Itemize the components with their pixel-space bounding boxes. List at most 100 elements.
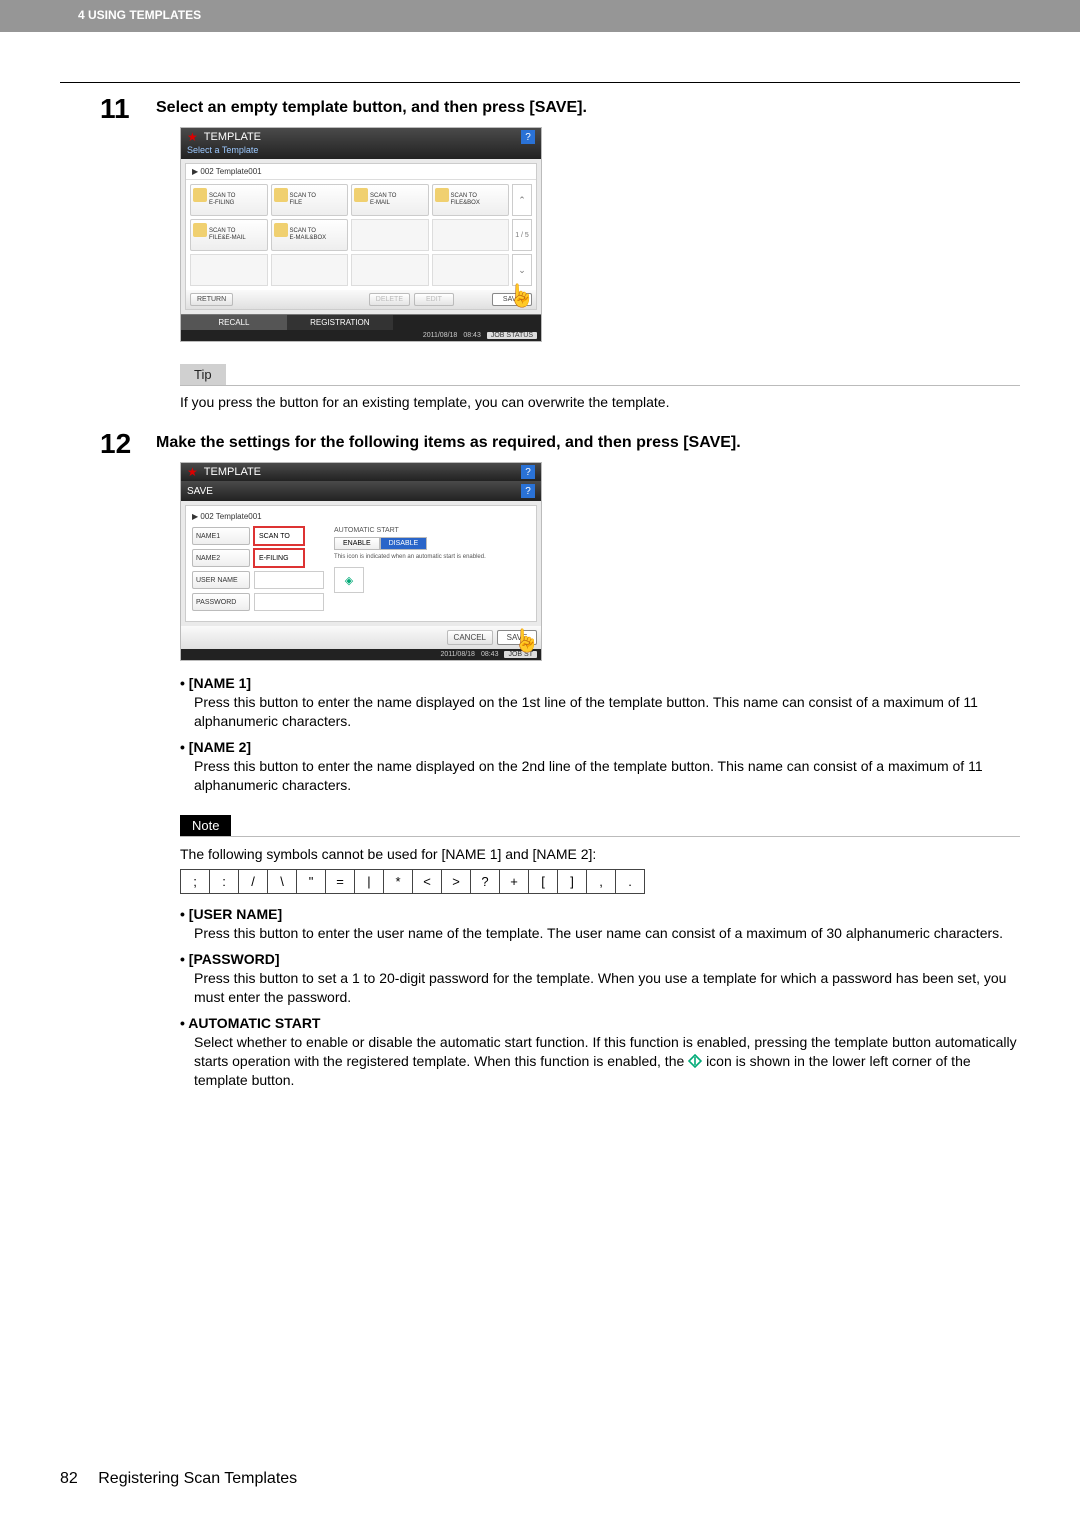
tip-box: Tip If you press the button for an exist… — [180, 364, 1020, 410]
password-button[interactable]: PASSWORD — [192, 593, 250, 611]
form-left: NAME1 SCAN TO NAME2 E-FILING USER NAME — [192, 527, 324, 615]
status-bar: 2011/08/18 08:43 JOB STATUS — [181, 330, 541, 341]
item-name2: [NAME 2] Press this button to enter the … — [180, 739, 1020, 795]
step-title: Select an empty template button, and the… — [156, 97, 1020, 117]
tip-label: Tip — [180, 364, 226, 385]
delete-button[interactable]: DELETE — [369, 293, 410, 306]
autostart-icon: ◈ — [345, 574, 353, 587]
step-number: 12 — [100, 428, 131, 460]
help-icon[interactable]: ? — [521, 465, 535, 479]
screenshot-1: ★ TEMPLATE ? Select a Template ▶ 002 Tem… — [180, 127, 1020, 342]
template-button[interactable]: SCAN TOFILE&BOX — [432, 184, 510, 216]
page-content: 11 Select an empty template button, and … — [0, 32, 1080, 1090]
template-button[interactable]: SCAN TOFILE — [271, 184, 349, 216]
note-box: Note The following symbols cannot be use… — [180, 795, 1020, 895]
page-number: 82 — [60, 1470, 78, 1487]
edit-button[interactable]: EDIT — [414, 293, 454, 306]
icon-preview: ◈ — [334, 567, 364, 593]
folder-icon — [274, 223, 288, 237]
enable-button[interactable]: ENABLE — [334, 537, 380, 550]
autostart-toggle: ENABLE DISABLE — [334, 537, 530, 550]
item-autostart: AUTOMATIC START Select whether to enable… — [180, 1015, 1020, 1090]
empty-template[interactable] — [432, 254, 510, 286]
name1-button[interactable]: NAME1 — [192, 527, 250, 545]
tip-text: If you press the button for an existing … — [180, 394, 1020, 410]
panel-subtitle: Select a Template — [187, 144, 535, 157]
top-rule — [60, 82, 1020, 83]
status-time: 08:43 — [463, 332, 481, 339]
help-icon[interactable]: ? — [521, 130, 535, 144]
template-button[interactable]: SCAN TOFILE&E-MAIL — [190, 219, 268, 251]
symbol-cell: < — [413, 870, 442, 894]
panel-body: ▶ 002 Template001 NAME1 SCAN TO NAME2 E-… — [185, 505, 537, 622]
symbol-cell: + — [500, 870, 529, 894]
note-label: Note — [180, 815, 231, 836]
tab-registration[interactable]: REGISTRATION — [287, 314, 393, 330]
folder-icon — [193, 223, 207, 237]
scroll-down-button[interactable]: ⌄ — [512, 254, 532, 286]
password-value — [254, 593, 324, 611]
status-date: 2011/08/18 — [423, 332, 458, 339]
username-value — [254, 571, 324, 589]
template-grid: SCAN TOE-FILING SCAN TOFILE SCAN TOE-MAI… — [186, 180, 536, 290]
star-icon: ★ — [187, 465, 198, 479]
empty-template[interactable] — [351, 254, 429, 286]
symbol-cell: ; — [181, 870, 210, 894]
form-right: AUTOMATIC START ENABLE DISABLE This icon… — [334, 527, 530, 615]
autostart-inline-icon — [688, 1054, 702, 1068]
panel-footer: CANCEL SAVE ☝ — [181, 626, 541, 649]
scroll-up-button[interactable]: ⌃ — [512, 184, 532, 216]
empty-template-highlighted[interactable] — [351, 219, 429, 251]
symbol-cell: \ — [268, 870, 297, 894]
name2-value: E-FILING — [254, 549, 304, 567]
job-status-button[interactable]: JOB STATUS — [487, 332, 537, 339]
tab-recall[interactable]: RECALL — [181, 314, 287, 330]
symbol-cell: * — [384, 870, 413, 894]
cancel-button[interactable]: CANCEL — [447, 630, 493, 645]
autostart-heading: AUTOMATIC START — [334, 527, 530, 534]
name2-button[interactable]: NAME2 — [192, 549, 250, 567]
template-button[interactable]: SCAN TOE-MAIL&BOX — [271, 219, 349, 251]
symbol-cell: | — [355, 870, 384, 894]
step-title: Make the settings for the following item… — [156, 432, 1020, 452]
note-text: The following symbols cannot be used for… — [180, 845, 1020, 864]
panel-title: TEMPLATE — [204, 131, 261, 143]
page-header: 4 USING TEMPLATES — [0, 0, 1080, 32]
folder-icon — [274, 188, 288, 202]
tip-rule — [180, 385, 1020, 386]
folder-icon — [435, 188, 449, 202]
pointer-hand-icon: ☝ — [513, 628, 540, 654]
disable-button[interactable]: DISABLE — [380, 537, 428, 550]
panel-footer: RETURN DELETE EDIT SAVE ☝ — [186, 290, 536, 309]
symbol-table: ;:/\"=|*<>?+[],. — [180, 869, 645, 894]
symbol-cell: " — [297, 870, 326, 894]
item-username: [USER NAME] Press this button to enter t… — [180, 906, 1020, 943]
step-11: 11 Select an empty template button, and … — [60, 97, 1020, 410]
panel-subheader: SAVE ? — [181, 481, 541, 501]
username-button[interactable]: USER NAME — [192, 571, 250, 589]
pointer-hand-icon: ☝ — [508, 283, 535, 309]
device-panel: ★ TEMPLATE ? Select a Template ▶ 002 Tem… — [180, 127, 542, 342]
symbol-cell: / — [239, 870, 268, 894]
description-list: [NAME 1] Press this button to enter the … — [180, 675, 1020, 1090]
folder-icon — [354, 188, 368, 202]
symbol-cell: : — [210, 870, 239, 894]
item-name1: [NAME 1] Press this button to enter the … — [180, 675, 1020, 731]
status-date: 2011/08/18 — [440, 651, 475, 658]
symbol-cell: ? — [471, 870, 500, 894]
autostart-hint: This icon is indicated when an automatic… — [334, 554, 530, 561]
save-button[interactable]: SAVE ☝ — [497, 630, 537, 645]
template-button[interactable]: SCAN TOE-MAIL — [351, 184, 429, 216]
empty-template[interactable] — [271, 254, 349, 286]
template-button[interactable]: SCAN TOE-FILING — [190, 184, 268, 216]
panel-title: TEMPLATE — [204, 466, 261, 478]
empty-template[interactable] — [432, 219, 510, 251]
symbol-cell: [ — [529, 870, 558, 894]
return-button[interactable]: RETURN — [190, 293, 233, 306]
empty-template[interactable] — [190, 254, 268, 286]
symbol-cell: ] — [558, 870, 587, 894]
name1-value: SCAN TO — [254, 527, 304, 545]
save-button[interactable]: SAVE ☝ — [492, 293, 532, 306]
step-number: 11 — [100, 93, 130, 125]
help-icon[interactable]: ? — [521, 484, 535, 498]
